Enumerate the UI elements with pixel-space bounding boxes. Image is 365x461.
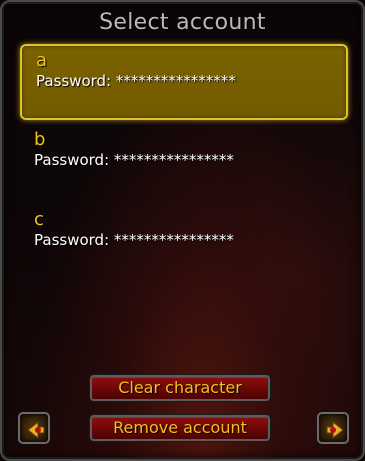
account-name: b bbox=[34, 129, 46, 150]
select-account-dialog: Select account a Password: *************… bbox=[0, 0, 365, 461]
account-password: Password: **************** bbox=[34, 231, 234, 249]
account-password: Password: **************** bbox=[34, 151, 234, 169]
next-page-button[interactable] bbox=[317, 412, 349, 444]
clear-character-button[interactable]: Clear character bbox=[90, 375, 270, 401]
remove-account-button[interactable]: Remove account bbox=[90, 415, 270, 441]
account-item-c[interactable]: c Password: **************** bbox=[20, 205, 348, 281]
account-name: a bbox=[36, 50, 48, 71]
arrow-right-icon bbox=[326, 420, 344, 440]
arrow-left-icon bbox=[27, 420, 45, 440]
account-item-b[interactable]: b Password: **************** bbox=[20, 125, 348, 201]
account-item-a[interactable]: a Password: **************** bbox=[20, 44, 348, 120]
dialog-title: Select account bbox=[99, 10, 266, 35]
previous-page-button[interactable] bbox=[18, 412, 50, 444]
account-name: c bbox=[34, 209, 44, 230]
account-password: Password: **************** bbox=[36, 72, 236, 90]
